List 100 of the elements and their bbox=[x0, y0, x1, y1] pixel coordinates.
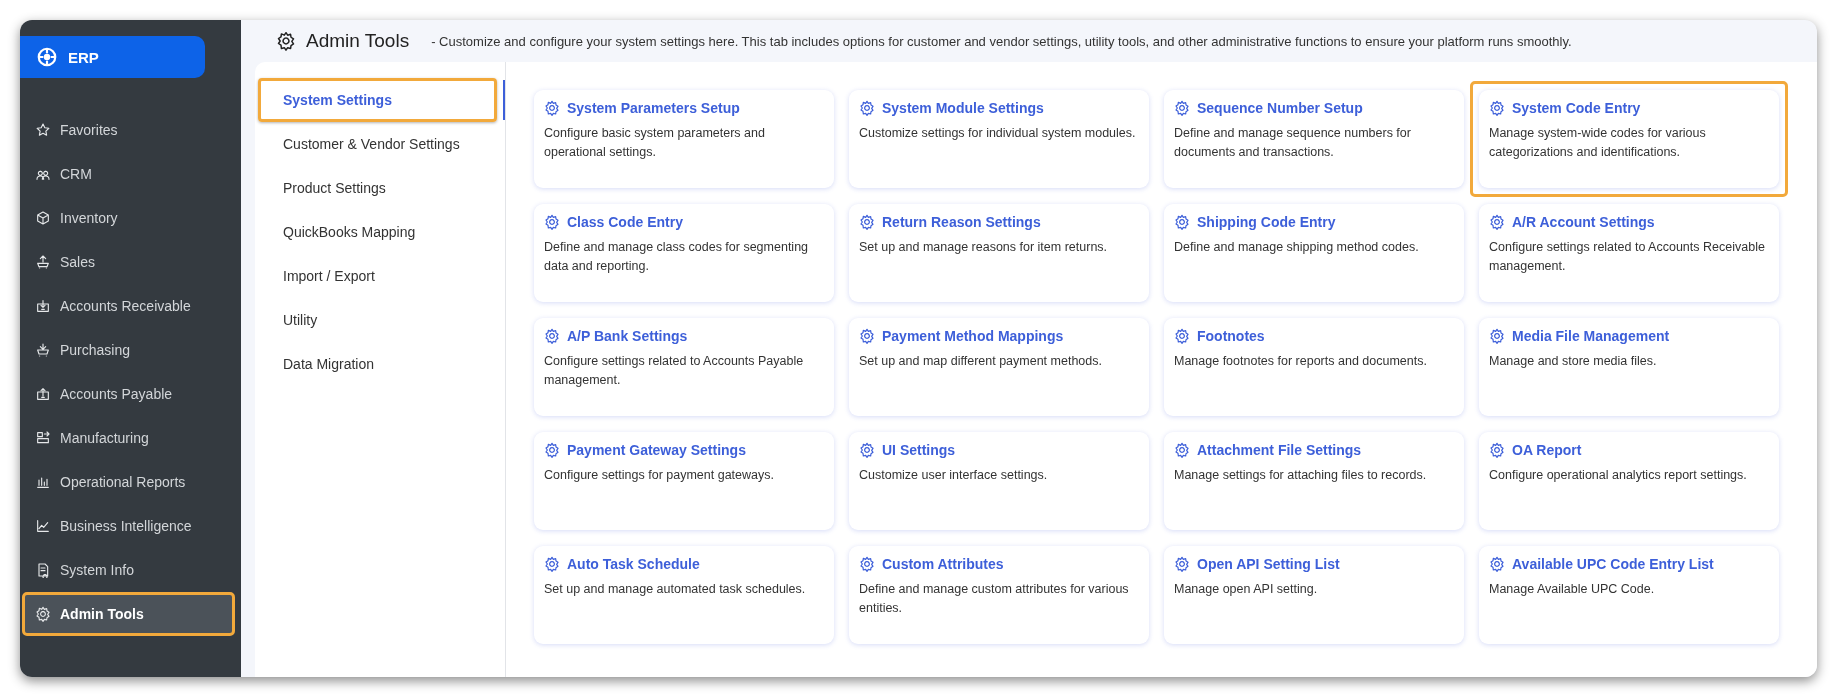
menu-item-icon bbox=[35, 210, 51, 226]
settings-card[interactable]: OA Report Configure operational analytics report settings. bbox=[1479, 432, 1779, 530]
settings-card[interactable]: Payment Method Mappings Set up and map different payment methods. bbox=[849, 318, 1149, 416]
settings-card[interactable]: A/P Bank Settings Configure settings related to Accounts Payable management. bbox=[534, 318, 834, 416]
menu-item-icon bbox=[35, 606, 51, 622]
settings-icon bbox=[1174, 214, 1190, 230]
settings-card[interactable]: Class Code Entry Define and manage class codes for segmenting data and reporting. bbox=[534, 204, 834, 302]
sidebar-item[interactable]: Purchasing bbox=[22, 328, 235, 372]
settings-card[interactable]: System Module Settings Customize settings for individual system modules. bbox=[849, 90, 1149, 188]
card-title[interactable]: Auto Task Schedule bbox=[567, 556, 700, 572]
settings-icon bbox=[859, 214, 875, 230]
sidebar-item[interactable]: Operational Reports bbox=[22, 460, 235, 504]
settings-icon bbox=[544, 442, 560, 458]
settings-card[interactable]: Payment Gateway Settings Configure settings for payment gateways. bbox=[534, 432, 834, 530]
card-title[interactable]: Shipping Code Entry bbox=[1197, 214, 1336, 230]
settings-tab[interactable]: System Settings bbox=[258, 78, 497, 122]
sidebar-item[interactable]: Business Intelligence bbox=[22, 504, 235, 548]
settings-tab[interactable]: Utility bbox=[258, 298, 499, 342]
card-title[interactable]: Attachment File Settings bbox=[1197, 442, 1362, 458]
menu-item-icon bbox=[35, 518, 51, 534]
settings-icon bbox=[1174, 100, 1190, 116]
menu-item-icon bbox=[35, 474, 51, 490]
sidebar-item[interactable]: Sales bbox=[22, 240, 235, 284]
card-title[interactable]: Payment Gateway Settings bbox=[567, 442, 746, 458]
card-description: Configure basic system parameters and operational settings. bbox=[544, 125, 766, 161]
settings-tab[interactable]: Customer & Vendor Settings bbox=[258, 122, 499, 166]
card-title[interactable]: Sequence Number Setup bbox=[1197, 100, 1363, 116]
settings-card[interactable]: A/R Account Settings Configure settings related to Accounts Receivable management. bbox=[1479, 204, 1779, 302]
settings-icon bbox=[1174, 442, 1190, 458]
page-description: - Customize and configure your system settings here. This tab includes options for customer and vendor settings, utility tools, and other administrative functions to ensure your platform runs smoothly. bbox=[431, 33, 1572, 49]
card-title[interactable]: Payment Method Mappings bbox=[882, 328, 1064, 344]
settings-card[interactable]: Attachment File Settings Manage settings for attaching files to records. bbox=[1164, 432, 1464, 530]
settings-icon bbox=[544, 556, 560, 572]
sidebar-item[interactable]: System Info bbox=[22, 548, 235, 592]
card-title[interactable]: System Module Settings bbox=[882, 100, 1044, 116]
card-description: Manage system-wide codes for various categorizations and identifications. bbox=[1489, 125, 1707, 161]
card-description: Configure operational analytics report settings. bbox=[1489, 467, 1748, 484]
sidebar-item[interactable]: Manufacturing bbox=[22, 416, 235, 460]
settings-card[interactable]: Open API Setting List Manage open API setting. bbox=[1164, 546, 1464, 644]
settings-card[interactable]: Footnotes Manage footnotes for reports and documents. bbox=[1164, 318, 1464, 416]
settings-card[interactable]: Sequence Number Setup Define and manage sequence numbers for documents and transactions. bbox=[1164, 90, 1464, 188]
settings-card[interactable]: Custom Attributes Define and manage custom attributes for various entities. bbox=[849, 546, 1149, 644]
card-title[interactable]: Custom Attributes bbox=[882, 556, 1004, 572]
settings-icon bbox=[859, 328, 875, 344]
settings-icon bbox=[859, 442, 875, 458]
card-title[interactable]: Class Code Entry bbox=[567, 214, 683, 230]
card-description: Manage footnotes for reports and documents. bbox=[1174, 353, 1428, 370]
card-title[interactable]: OA Report bbox=[1512, 442, 1582, 458]
menu-item-icon bbox=[35, 122, 51, 138]
card-title[interactable]: Return Reason Settings bbox=[882, 214, 1041, 230]
settings-icon bbox=[859, 556, 875, 572]
logo-button[interactable]: ERP bbox=[20, 36, 205, 78]
settings-card[interactable]: System Code Entry Manage system-wide codes for various categorizations and identifications. bbox=[1479, 90, 1779, 188]
menu-item-icon bbox=[35, 298, 51, 314]
card-description: Configure settings related to Accounts Payable management. bbox=[544, 353, 805, 389]
hub-logo-icon bbox=[36, 46, 58, 68]
card-title[interactable]: A/R Account Settings bbox=[1512, 214, 1655, 230]
settings-card[interactable]: Return Reason Settings Set up and manage reasons for item returns. bbox=[849, 204, 1149, 302]
card-title[interactable]: Available UPC Code Entry List bbox=[1512, 556, 1714, 572]
settings-icon bbox=[859, 100, 875, 116]
settings-card[interactable]: UI Settings Customize user interface settings. bbox=[849, 432, 1149, 530]
settings-card[interactable]: Auto Task Schedule Set up and manage automated task schedules. bbox=[534, 546, 834, 644]
menu-item-icon bbox=[35, 562, 51, 578]
settings-card[interactable]: Shipping Code Entry Define and manage shipping method codes. bbox=[1164, 204, 1464, 302]
card-description: Define and manage sequence numbers for documents and transactions. bbox=[1174, 125, 1412, 161]
card-title[interactable]: A/P Bank Settings bbox=[567, 328, 688, 344]
sidebar-item[interactable]: Accounts Receivable bbox=[22, 284, 235, 328]
card-title[interactable]: System Parameters Setup bbox=[567, 100, 740, 116]
card-description: Set up and map different payment methods. bbox=[859, 353, 1103, 370]
card-title[interactable]: UI Settings bbox=[882, 442, 956, 458]
menu-item-icon bbox=[35, 430, 51, 446]
settings-tab[interactable]: Product Settings bbox=[258, 166, 499, 210]
card-description: Define and manage class codes for segmenting data and reporting. bbox=[544, 239, 810, 275]
settings-card[interactable]: Available UPC Code Entry List Manage Available UPC Code. bbox=[1479, 546, 1779, 644]
card-title[interactable]: Media File Management bbox=[1512, 328, 1670, 344]
sidebar-item[interactable]: Accounts Payable bbox=[22, 372, 235, 416]
sidebar-item[interactable]: Inventory bbox=[22, 196, 235, 240]
settings-tab[interactable]: QuickBooks Mapping bbox=[258, 210, 499, 254]
card-description: Manage open API setting. bbox=[1174, 581, 1319, 598]
card-description: Set up and manage automated task schedules. bbox=[544, 581, 807, 598]
card-description: Configure settings for payment gateways. bbox=[544, 467, 775, 484]
card-title[interactable]: System Code Entry bbox=[1512, 100, 1641, 116]
sidebar-item[interactable]: Admin Tools bbox=[22, 592, 235, 636]
menu-item-icon bbox=[35, 342, 51, 358]
settings-icon bbox=[1174, 328, 1190, 344]
settings-card[interactable]: System Parameters Setup Configure basic system parameters and operational settings. bbox=[534, 90, 834, 188]
settings-icon bbox=[1489, 214, 1505, 230]
card-title[interactable]: Footnotes bbox=[1197, 328, 1265, 344]
settings-icon bbox=[1489, 328, 1505, 344]
settings-tab[interactable]: Data Migration bbox=[258, 342, 499, 386]
settings-card[interactable]: Media File Management Manage and store media files. bbox=[1479, 318, 1779, 416]
sidebar-item[interactable]: Favorites bbox=[22, 108, 235, 152]
card-description: Define and manage shipping method codes. bbox=[1174, 239, 1420, 256]
card-description: Customize user interface settings. bbox=[859, 467, 1049, 484]
card-title[interactable]: Open API Setting List bbox=[1197, 556, 1340, 572]
settings-tab[interactable]: Import / Export bbox=[258, 254, 499, 298]
settings-icon bbox=[1489, 442, 1505, 458]
sidebar-item[interactable]: CRM bbox=[22, 152, 235, 196]
settings-icon bbox=[276, 31, 296, 51]
card-description: Set up and manage reasons for item returns. bbox=[859, 239, 1109, 256]
